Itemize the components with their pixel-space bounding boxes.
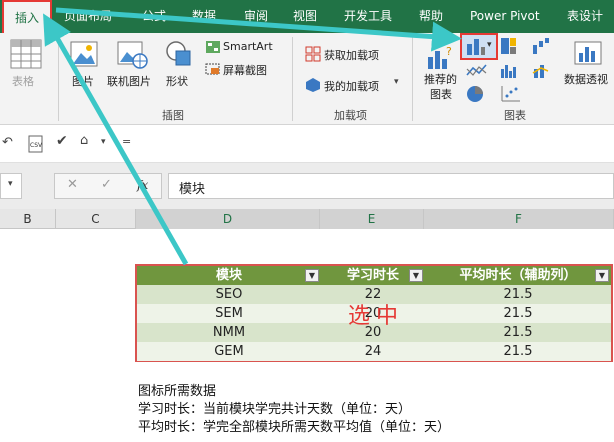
- pivot-chart-label[interactable]: 数据透视: [564, 71, 608, 87]
- note-average-duration: 平均时长：学完全部模块所需天数平均值（单位：天）: [138, 420, 451, 435]
- svg-text:CSV: CSV: [30, 142, 43, 149]
- chevron-down-icon[interactable]: ▾: [8, 179, 13, 189]
- header-average-duration: 平均时长（辅助列）: [459, 268, 577, 283]
- cell-average[interactable]: 21.5: [425, 323, 611, 342]
- table-button-label: 表格: [12, 75, 34, 88]
- ribbon-tab-bar: 插入 页面布局 公式 数据 审阅 视图 开发工具 帮助 Power Pivot …: [0, 0, 614, 33]
- confirm-icon[interactable]: ✓: [101, 177, 112, 192]
- filter-dropdown-icon[interactable]: ▼: [595, 269, 609, 282]
- tab-table-design[interactable]: 表设计: [567, 0, 603, 33]
- group-divider: [292, 37, 293, 121]
- statistic-chart-icon[interactable]: [500, 63, 522, 79]
- get-addins-label[interactable]: 获取加载项: [324, 47, 379, 63]
- group-divider: [412, 37, 413, 121]
- smartart-button-label[interactable]: SmartArt: [223, 40, 273, 53]
- screenshot-icon[interactable]: [205, 62, 221, 76]
- online-picture-icon[interactable]: [117, 39, 149, 69]
- cell-module[interactable]: GEM: [137, 342, 321, 361]
- charts-group-label: 图表: [504, 109, 526, 122]
- column-header-f[interactable]: F: [424, 209, 614, 229]
- my-addins-icon[interactable]: [305, 77, 321, 93]
- pivot-chart-icon[interactable]: [574, 41, 604, 67]
- filter-dropdown-icon[interactable]: ▼: [305, 269, 319, 282]
- notes: 图标所需数据 学习时长：当前模块学完共计天数（单位：天） 平均时长：学完全部模块…: [138, 383, 558, 437]
- smartart-icon[interactable]: [205, 40, 221, 54]
- column-header-e[interactable]: E: [320, 209, 424, 229]
- addins-group-label: 加载项: [334, 109, 367, 122]
- selection-annotation: 选中: [348, 304, 405, 329]
- recommended-charts-label-1[interactable]: 推荐的: [424, 71, 457, 87]
- formula-buttons: ✕ ✓ fx: [54, 173, 162, 199]
- my-addins-label[interactable]: 我的加载项: [324, 78, 379, 94]
- ribbon: 表格 图片 联机图片 形状 SmartArt 屏幕截图 插图 获取加载项 我的加…: [0, 33, 614, 125]
- online-picture-button-label[interactable]: 联机图片: [107, 73, 151, 89]
- svg-text:?: ?: [446, 45, 452, 58]
- column-header-d[interactable]: D: [136, 209, 320, 229]
- pie-chart-icon[interactable]: [466, 85, 488, 103]
- shapes-button-label[interactable]: 形状: [166, 73, 188, 89]
- tag-icon[interactable]: ⌂: [80, 133, 88, 148]
- tab-help[interactable]: 帮助: [419, 0, 443, 33]
- cell-module[interactable]: SEO: [137, 285, 321, 304]
- tab-formulas[interactable]: 公式: [142, 0, 166, 33]
- group-divider: [58, 37, 59, 121]
- picture-icon[interactable]: [70, 39, 100, 69]
- cell-module[interactable]: NMM: [137, 323, 321, 342]
- function-icon[interactable]: fx: [137, 178, 148, 192]
- tab-developer[interactable]: 开发工具: [344, 0, 392, 33]
- tab-data[interactable]: 数据: [192, 0, 216, 33]
- screenshot-button-label[interactable]: 屏幕截图: [223, 62, 267, 78]
- quick-access-row: ↶ CSV ✔ ⌂ ▾ =: [0, 125, 614, 163]
- line-chart-icon[interactable]: [466, 63, 490, 79]
- name-box[interactable]: ▾: [0, 173, 22, 199]
- cell-average[interactable]: 21.5: [425, 285, 611, 304]
- picture-button-label[interactable]: 图片: [72, 73, 94, 89]
- get-addins-icon[interactable]: [305, 46, 321, 62]
- note-study-duration: 学习时长：当前模块学完共计天数（单位：天）: [138, 402, 412, 417]
- table-row[interactable]: GEM 24 21.5: [137, 342, 611, 361]
- tab-view[interactable]: 视图: [293, 0, 317, 33]
- hierarchy-chart-icon[interactable]: [500, 37, 522, 55]
- header-module: 模块: [215, 268, 242, 283]
- excel-window: 插入 页面布局 公式 数据 审阅 视图 开发工具 帮助 Power Pivot …: [0, 0, 614, 442]
- shapes-icon[interactable]: [164, 39, 194, 69]
- column-header-b[interactable]: B: [0, 209, 56, 229]
- csv-icon[interactable]: CSV: [28, 135, 44, 153]
- tab-power-pivot[interactable]: Power Pivot: [470, 0, 540, 33]
- recommended-charts-icon[interactable]: ?: [426, 45, 454, 71]
- tab-page-layout[interactable]: 页面布局: [64, 0, 112, 33]
- insert-column-chart-button[interactable]: ▾: [460, 33, 498, 60]
- note-title: 图标所需数据: [138, 384, 217, 399]
- formula-input[interactable]: 模块: [168, 173, 614, 199]
- formula-value: 模块: [179, 182, 206, 197]
- chevron-down-icon[interactable]: ▾: [101, 137, 106, 147]
- column-header-c[interactable]: C: [56, 209, 136, 229]
- scatter-chart-icon[interactable]: [500, 85, 522, 103]
- column-chart-icon: [467, 39, 485, 55]
- tab-insert[interactable]: 插入: [2, 0, 52, 33]
- illustrations-group-label: 插图: [162, 109, 184, 122]
- cancel-icon[interactable]: ✕: [67, 177, 78, 192]
- chevron-down-icon: ▾: [487, 40, 492, 50]
- formula-bar-area: ▾ ✕ ✓ fx 模块: [0, 163, 614, 209]
- column-headers: B C D E F: [0, 209, 614, 229]
- customize-toolbar-icon[interactable]: =: [122, 135, 131, 148]
- filter-dropdown-icon[interactable]: ▼: [409, 269, 423, 282]
- combo-chart-icon[interactable]: [532, 63, 554, 79]
- table-header-row: 模块 ▼ 学习时长 ▼ 平均时长（辅助列） ▼: [137, 266, 611, 285]
- undo-icon[interactable]: ↶: [2, 135, 13, 150]
- waterfall-chart-icon[interactable]: [532, 37, 556, 55]
- cell-module[interactable]: SEM: [137, 304, 321, 323]
- cell-average[interactable]: 21.5: [425, 304, 611, 323]
- tab-review[interactable]: 审阅: [244, 0, 268, 33]
- format-painter-icon[interactable]: ✔: [56, 133, 68, 149]
- table-icon[interactable]: [10, 39, 42, 69]
- recommended-charts-label-2[interactable]: 图表: [430, 86, 452, 102]
- dropdown-arrow-icon[interactable]: ▾: [394, 77, 399, 87]
- cell-duration[interactable]: 24: [321, 342, 425, 361]
- cell-average[interactable]: 21.5: [425, 342, 611, 361]
